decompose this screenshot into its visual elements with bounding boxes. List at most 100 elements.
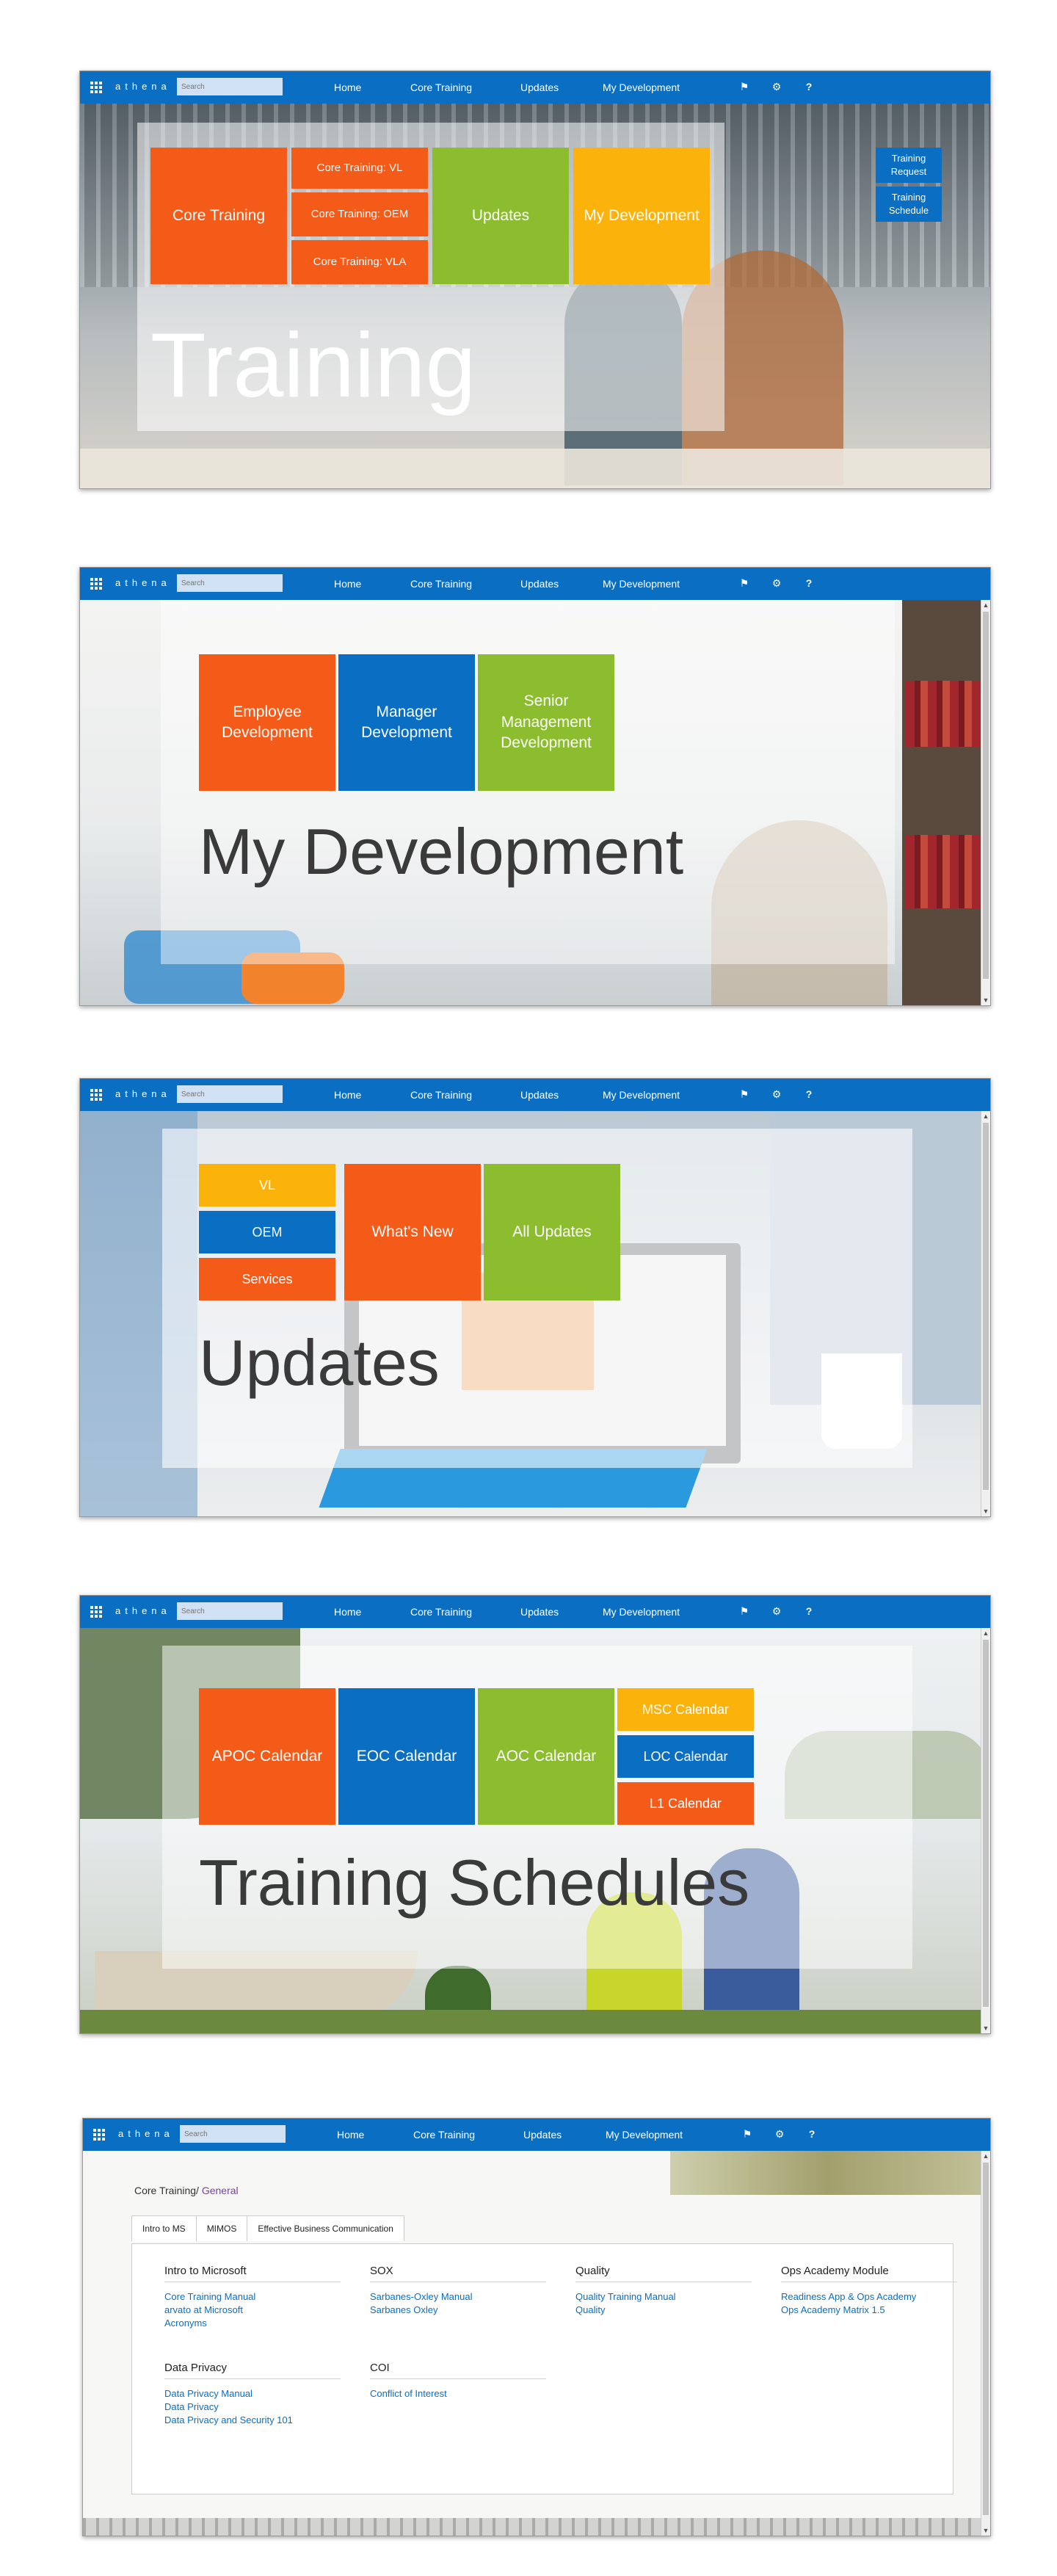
tab-effective-business-communication[interactable]: Effective Business Communication [247, 2215, 404, 2241]
tile-my-development[interactable]: My Development [573, 148, 710, 284]
nav-my-development[interactable]: My Development [603, 578, 680, 590]
tile-apoc-calendar[interactable]: APOC Calendar [199, 1688, 335, 1825]
nav-core-training[interactable]: Core Training [410, 82, 472, 93]
tab-mimos[interactable]: MIMOS [195, 2215, 248, 2241]
link-acronyms[interactable]: Acronyms [164, 2318, 207, 2329]
tile-aoc-calendar[interactable]: AOC Calendar [478, 1688, 614, 1825]
tile-l1-calendar[interactable]: L1 Calendar [617, 1782, 754, 1825]
tile-services[interactable]: Services [199, 1258, 335, 1300]
nav-updates[interactable]: Updates [523, 2129, 562, 2141]
scroll-down-icon[interactable]: ▼ [982, 2527, 989, 2534]
breadcrumb-root[interactable]: Core Training/ [134, 2185, 199, 2196]
brand-logo[interactable]: athena [115, 577, 171, 588]
nav-updates[interactable]: Updates [520, 578, 559, 590]
brand-logo[interactable]: athena [115, 81, 171, 92]
scroll-up-icon[interactable]: ▲ [982, 2152, 989, 2160]
scrollbar[interactable]: ▲ ▼ [981, 1111, 990, 1516]
link-readiness-app[interactable]: Readiness App & Ops Academy [781, 2291, 916, 2302]
link-sarbanes-oxley-manual[interactable]: Sarbanes-Oxley Manual [370, 2291, 472, 2302]
bell-icon[interactable]: ⚑ [736, 575, 752, 591]
tile-core-training-vla[interactable]: Core Training: VLA [291, 240, 428, 284]
scroll-down-icon[interactable]: ▼ [982, 996, 989, 1004]
tile-senior-management-development[interactable]: Senior Management Development [478, 654, 614, 791]
nav-home[interactable]: Home [334, 1606, 361, 1618]
nav-my-development[interactable]: My Development [603, 1606, 680, 1618]
scroll-up-icon[interactable]: ▲ [982, 601, 989, 609]
search-input[interactable] [177, 78, 283, 95]
gear-icon[interactable]: ⚙ [769, 575, 785, 591]
help-icon[interactable]: ? [801, 1086, 817, 1102]
scrollbar[interactable]: ▲ ▼ [981, 1628, 990, 2033]
nav-home[interactable]: Home [337, 2129, 364, 2141]
link-data-privacy[interactable]: Data Privacy [164, 2401, 219, 2412]
app-launcher-icon[interactable] [90, 82, 102, 93]
tile-employee-development[interactable]: Employee Development [199, 654, 335, 791]
help-icon[interactable]: ? [801, 1603, 817, 1619]
tile-updates[interactable]: Updates [432, 148, 569, 284]
tile-oem[interactable]: OEM [199, 1211, 335, 1253]
link-quality[interactable]: Quality [575, 2304, 605, 2315]
training-request-button[interactable]: Training Request [876, 148, 942, 183]
link-sarbanes-oxley[interactable]: Sarbanes Oxley [370, 2304, 438, 2315]
search-input[interactable] [177, 1602, 283, 1620]
bell-icon[interactable]: ⚑ [736, 79, 752, 95]
link-arvato-at-microsoft[interactable]: arvato at Microsoft [164, 2304, 243, 2315]
link-core-training-manual[interactable]: Core Training Manual [164, 2291, 255, 2302]
nav-my-development[interactable]: My Development [603, 82, 680, 93]
app-launcher-icon[interactable] [90, 1089, 102, 1101]
nav-core-training[interactable]: Core Training [410, 1089, 472, 1101]
gear-icon[interactable]: ⚙ [771, 2126, 788, 2142]
search-input[interactable] [177, 1085, 283, 1103]
scroll-thumb[interactable] [983, 1123, 989, 1490]
nav-updates[interactable]: Updates [520, 82, 559, 93]
link-data-privacy-security-101[interactable]: Data Privacy and Security 101 [164, 2414, 293, 2425]
tab-intro-to-ms[interactable]: Intro to MS [131, 2215, 197, 2242]
help-icon[interactable]: ? [804, 2126, 820, 2142]
scroll-down-icon[interactable]: ▼ [982, 1508, 989, 1515]
breadcrumb-current[interactable]: General [202, 2185, 239, 2196]
tile-whats-new[interactable]: What's New [344, 1164, 481, 1300]
nav-updates[interactable]: Updates [520, 1089, 559, 1101]
nav-updates[interactable]: Updates [520, 1606, 559, 1618]
nav-home[interactable]: Home [334, 82, 361, 93]
scroll-thumb[interactable] [983, 612, 989, 979]
nav-home[interactable]: Home [334, 1089, 361, 1101]
tile-manager-development[interactable]: Manager Development [338, 654, 475, 791]
tile-vl[interactable]: VL [199, 1164, 335, 1206]
brand-logo[interactable]: athena [118, 2128, 174, 2139]
scrollbar[interactable]: ▲ ▼ [981, 2151, 990, 2536]
bell-icon[interactable]: ⚑ [736, 1086, 752, 1102]
scroll-thumb[interactable] [983, 1640, 989, 2007]
help-icon[interactable]: ? [801, 575, 817, 591]
nav-my-development[interactable]: My Development [606, 2129, 683, 2141]
gear-icon[interactable]: ⚙ [769, 1603, 785, 1619]
link-conflict-of-interest[interactable]: Conflict of Interest [370, 2388, 447, 2399]
bell-icon[interactable]: ⚑ [739, 2126, 755, 2142]
nav-core-training[interactable]: Core Training [410, 1606, 472, 1618]
brand-logo[interactable]: athena [115, 1605, 171, 1616]
scrollbar[interactable]: ▲ ▼ [981, 600, 990, 1005]
search-input[interactable] [180, 2125, 286, 2143]
tile-msc-calendar[interactable]: MSC Calendar [617, 1688, 754, 1731]
bell-icon[interactable]: ⚑ [736, 1603, 752, 1619]
nav-my-development[interactable]: My Development [603, 1089, 680, 1101]
tile-loc-calendar[interactable]: LOC Calendar [617, 1735, 754, 1778]
app-launcher-icon[interactable] [93, 2129, 105, 2141]
help-icon[interactable]: ? [801, 79, 817, 95]
scroll-thumb[interactable] [983, 2163, 989, 2515]
nav-core-training[interactable]: Core Training [410, 578, 472, 590]
tile-core-training[interactable]: Core Training [150, 148, 287, 284]
search-input[interactable] [177, 574, 283, 592]
nav-home[interactable]: Home [334, 578, 361, 590]
tile-all-updates[interactable]: All Updates [484, 1164, 620, 1300]
tile-core-training-vl[interactable]: Core Training: VL [291, 148, 428, 189]
app-launcher-icon[interactable] [90, 1606, 102, 1618]
scroll-down-icon[interactable]: ▼ [982, 2025, 989, 2032]
link-ops-academy-matrix[interactable]: Ops Academy Matrix 1.5 [781, 2304, 885, 2315]
scroll-up-icon[interactable]: ▲ [982, 1112, 989, 1120]
gear-icon[interactable]: ⚙ [769, 79, 785, 95]
nav-core-training[interactable]: Core Training [413, 2129, 475, 2141]
link-quality-training-manual[interactable]: Quality Training Manual [575, 2291, 676, 2302]
link-data-privacy-manual[interactable]: Data Privacy Manual [164, 2388, 253, 2399]
training-schedule-button[interactable]: Training Schedule [876, 187, 942, 222]
